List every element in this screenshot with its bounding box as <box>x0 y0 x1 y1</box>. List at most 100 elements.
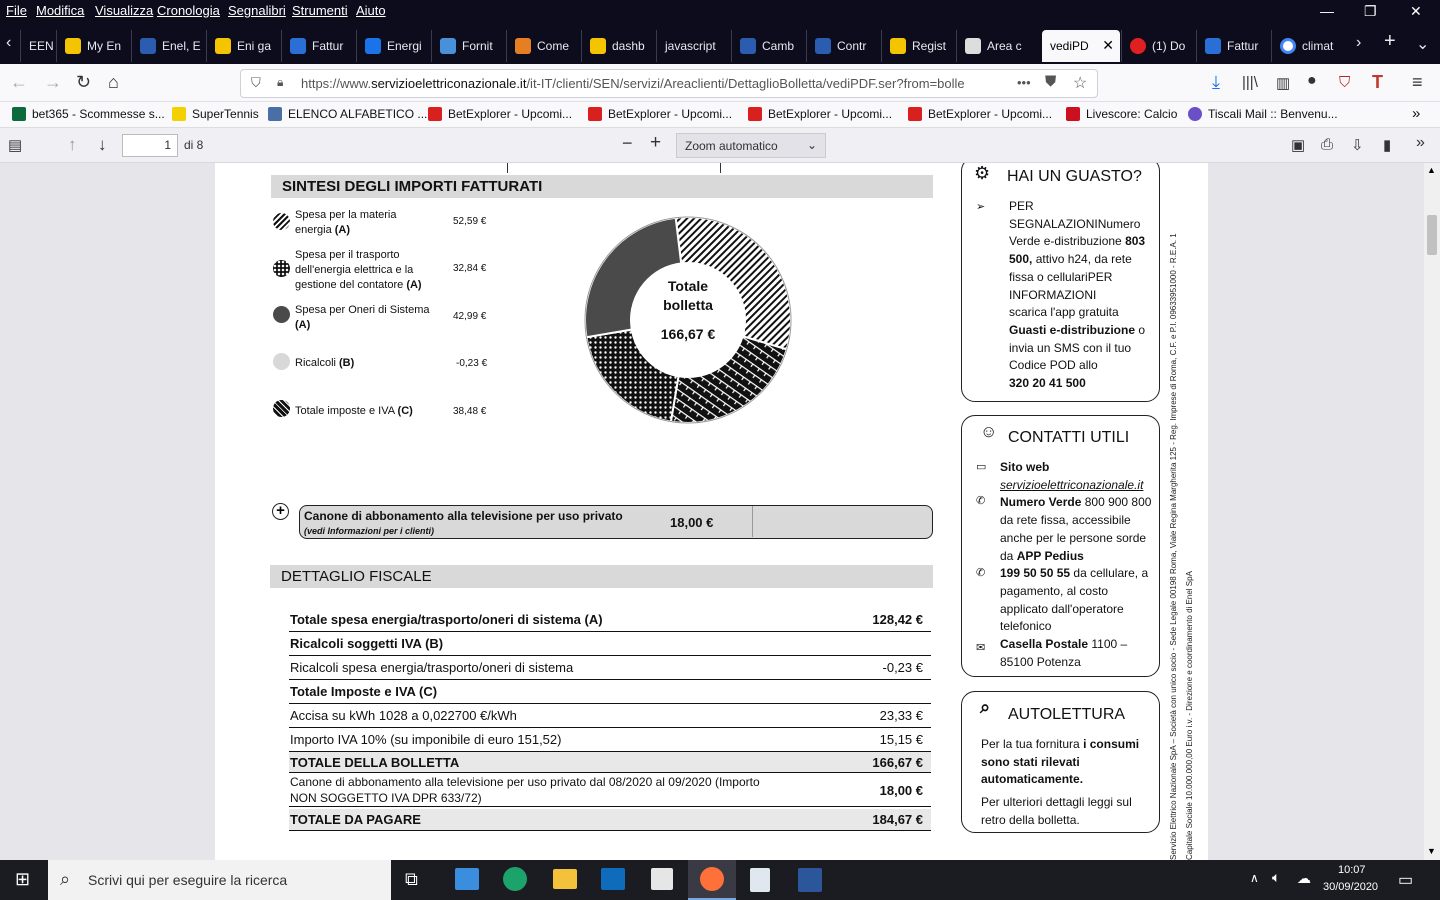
save-icon[interactable]: ⇩ <box>1351 136 1364 154</box>
lock-icon[interactable]: 🔒︎ <box>277 75 283 90</box>
store-icon[interactable] <box>651 868 673 890</box>
tab[interactable]: Enel, E <box>131 30 206 62</box>
menu-visualizza[interactable]: Visualizza <box>95 3 153 18</box>
more-bookmarks-icon[interactable]: » <box>1412 105 1420 122</box>
maximize-icon[interactable]: ❐ <box>1364 3 1377 20</box>
notifications-icon[interactable]: ▭ <box>1398 870 1413 890</box>
website-link[interactable]: servizioelettriconazionale.it <box>1000 478 1143 492</box>
bookmark-item[interactable]: BetExplorer - Upcomi... <box>428 107 572 121</box>
tab[interactable]: Regist <box>881 30 956 62</box>
tab-list-icon[interactable]: ⌄ <box>1416 34 1429 54</box>
scrollbar-thumb[interactable] <box>1427 215 1437 255</box>
zoom-out-icon[interactable]: − <box>622 133 633 154</box>
bookmark-item[interactable]: SuperTennis <box>172 107 259 121</box>
mail-app-icon[interactable] <box>455 868 479 890</box>
zoom-select[interactable]: Zoom automatico ⌄ <box>676 133 826 158</box>
print-icon[interactable]: ⎙ <box>1321 136 1333 153</box>
search-box[interactable]: ⌕ Scrivi qui per eseguire la ricerca <box>48 860 391 900</box>
bookmark-item[interactable]: BetExplorer - Upcomi... <box>748 107 892 121</box>
edge-icon[interactable] <box>503 867 527 891</box>
menu-aiuto[interactable]: Aiuto <box>356 3 386 18</box>
account-icon[interactable]: ● <box>1307 72 1317 90</box>
page-icon <box>965 38 981 54</box>
tab[interactable]: Eni ga <box>206 30 281 62</box>
page-number-input[interactable]: 1 <box>122 134 178 157</box>
close-tab-icon[interactable]: ✕ <box>1102 37 1114 54</box>
home-icon[interactable]: ⌂ <box>108 72 119 93</box>
ublock-icon[interactable]: ⛉ <box>1339 74 1350 91</box>
reload-icon[interactable]: ↻ <box>76 72 91 93</box>
start-button[interactable]: ⊞ <box>0 860 48 900</box>
volume-icon[interactable]: 🔈︎ <box>1272 869 1280 886</box>
back-icon[interactable]: ← <box>10 72 28 93</box>
donut-center-label: Totale bolletta <box>645 277 731 315</box>
bookmark-icon[interactable]: ▮ <box>1383 136 1391 154</box>
tab[interactable]: Fornit <box>431 30 506 62</box>
menu-cronologia[interactable]: Cronologia <box>157 3 220 18</box>
previous-page-icon[interactable]: ↑ <box>68 135 77 155</box>
tab[interactable]: Contr <box>806 30 881 62</box>
scrollbar[interactable]: ▲ ▼ <box>1424 163 1440 860</box>
scroll-down-icon[interactable]: ▼ <box>1427 846 1436 856</box>
tab[interactable]: Area c <box>956 30 1031 62</box>
bookmark-item[interactable]: Tiscali Mail :: Benvenu... <box>1188 107 1338 121</box>
address-bar[interactable]: ⛉ 🔒︎ https://www.servizioelettriconazion… <box>240 69 1098 98</box>
tab[interactable]: climat <box>1271 30 1346 62</box>
menu-file[interactable]: File <box>6 3 27 18</box>
notepad-icon[interactable] <box>750 868 770 892</box>
bookmark-item[interactable]: Livescore: Calcio <box>1066 107 1177 121</box>
tab[interactable]: Energi <box>356 30 431 62</box>
taskbar-firefox[interactable] <box>688 860 736 900</box>
tab-scroll-right-icon[interactable]: › <box>1356 34 1361 52</box>
hamburger-menu-icon[interactable]: ≡ <box>1412 72 1423 93</box>
menu-strumenti[interactable]: Strumenti <box>292 3 348 18</box>
outlook-icon[interactable] <box>601 868 625 890</box>
menu-segnalibri[interactable]: Segnalibri <box>228 3 286 18</box>
bookmark-item[interactable]: ELENCO ALFABETICO ... <box>268 107 427 121</box>
bookmark-item[interactable]: BetExplorer - Upcomi... <box>588 107 732 121</box>
new-tab-icon[interactable]: + <box>1384 30 1396 53</box>
download-icon[interactable]: ⤓ <box>1212 72 1220 93</box>
toggle-sidebar-icon[interactable]: ▤ <box>8 136 22 154</box>
tab[interactable]: EEN <box>20 30 56 62</box>
menu-modifica[interactable]: Modifica <box>36 3 84 18</box>
tools-icon[interactable]: » <box>1416 134 1425 152</box>
t-extension-icon[interactable]: T <box>1372 72 1383 93</box>
zoom-in-icon[interactable]: + <box>650 132 661 154</box>
tab[interactable]: Come <box>506 30 581 62</box>
tab[interactable]: My En <box>56 30 131 62</box>
bookmark-item[interactable]: bet365 - Scommesse s... <box>12 107 165 121</box>
minimize-icon[interactable]: — <box>1320 3 1334 19</box>
bookmark-item[interactable]: BetExplorer - Upcomi... <box>908 107 1052 121</box>
close-window-icon[interactable]: ✕ <box>1410 3 1422 20</box>
next-page-icon[interactable]: ↓ <box>98 135 107 155</box>
row-label: Totale Imposte e IVA (C) <box>290 684 438 699</box>
tab[interactable]: (1) Do <box>1121 30 1196 62</box>
clock-time[interactable]: 10:07 <box>1338 864 1366 876</box>
presentation-icon[interactable]: ▣ <box>1291 136 1305 154</box>
cloud-icon[interactable]: ☁ <box>1297 870 1311 887</box>
tab[interactable]: Fattur <box>281 30 356 62</box>
clock-date[interactable]: 30/09/2020 <box>1323 881 1378 893</box>
library-icon[interactable]: |||\ <box>1242 74 1258 91</box>
task-view-icon[interactable]: ⧉ <box>405 869 418 890</box>
tab-scroll-left-icon[interactable]: ‹ <box>6 34 11 52</box>
tab-active[interactable]: vediPD ✕ <box>1042 30 1120 62</box>
url-text: https://www.servizioelettriconazionale.i… <box>301 76 1011 91</box>
tab[interactable]: dashb <box>581 30 656 62</box>
sidebar-icon[interactable]: ▥ <box>1276 74 1290 92</box>
forward-icon[interactable]: → <box>44 72 62 93</box>
file-explorer-icon[interactable] <box>553 869 577 889</box>
scroll-up-icon[interactable]: ▲ <box>1427 165 1436 175</box>
page-actions-icon[interactable]: ••• <box>1017 75 1031 90</box>
pocket-icon[interactable]: ⛊ <box>1045 73 1056 90</box>
chevron-up-icon[interactable]: ∧ <box>1250 871 1259 885</box>
bookmark-star-icon[interactable]: ☆ <box>1073 73 1087 93</box>
contatti-line: 800 900 800 <box>1084 495 1152 510</box>
word-icon[interactable] <box>798 868 822 892</box>
tab[interactable]: javascript <box>656 30 731 62</box>
tab[interactable]: Camb <box>731 30 806 62</box>
pdf-viewer[interactable]: SINTESI DEGLI IMPORTI FATTURATI Spesa pe… <box>0 163 1440 860</box>
tab[interactable]: Fattur <box>1196 30 1271 62</box>
shield-icon[interactable]: ⛉ <box>251 75 261 91</box>
